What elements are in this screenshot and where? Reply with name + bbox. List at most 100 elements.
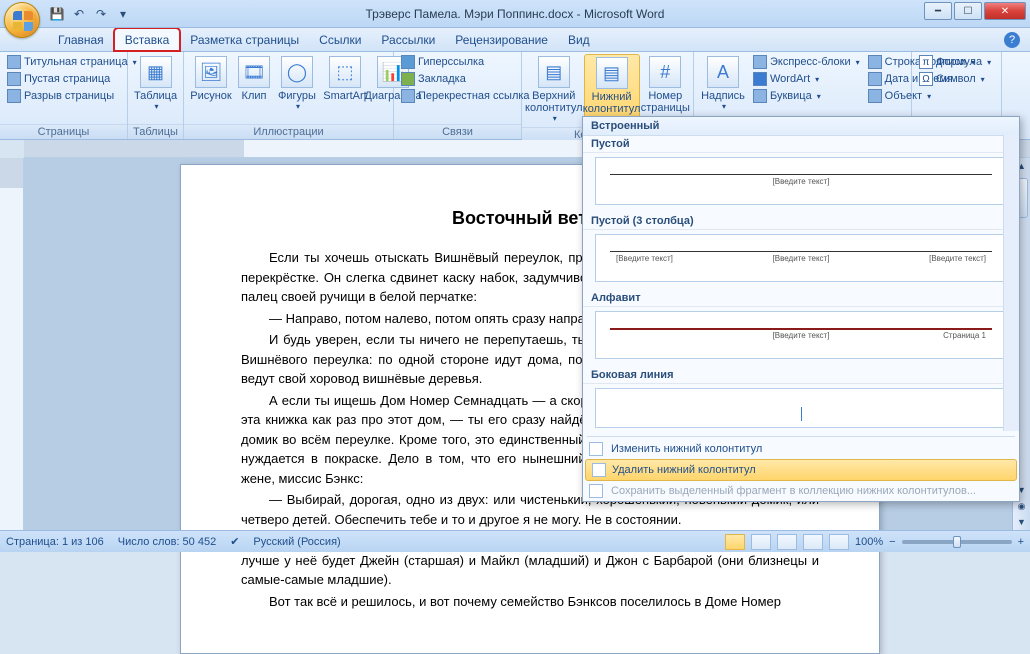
zoom-slider[interactable] <box>902 540 1012 544</box>
header-label: Верхний колонтитул <box>525 90 583 114</box>
blank-page-label: Пустая страница <box>24 73 110 85</box>
clip-label: Клип <box>242 90 267 102</box>
edit-footer-menuitem[interactable]: Изменить нижний колонтитул <box>583 439 1019 459</box>
shapes-button[interactable]: ◯Фигуры▾ <box>274 54 320 113</box>
page-number-label: Номер страницы <box>641 90 690 114</box>
view-outline-button[interactable] <box>803 534 823 550</box>
hyperlink-button[interactable]: Гиперссылка <box>398 54 533 70</box>
group-illustrations-label: Иллюстрации <box>184 124 393 139</box>
tab-view[interactable]: Вид <box>558 29 600 51</box>
next-page-icon[interactable]: ▼ <box>1013 514 1030 530</box>
gallery-preview-blank[interactable]: [Введите текст] <box>595 157 1007 205</box>
placeholder-text: [Введите текст] <box>929 254 986 263</box>
picture-label: Рисунок <box>190 90 232 102</box>
view-web-button[interactable] <box>777 534 797 550</box>
datetime-icon <box>868 72 882 86</box>
zoom-level[interactable]: 100% <box>855 536 883 548</box>
redo-icon[interactable]: ↷ <box>92 5 110 23</box>
zoom-knob[interactable] <box>953 536 961 548</box>
smartart-icon: ⬚ <box>329 56 361 88</box>
remove-footer-menuitem[interactable]: Удалить нижний колонтитул <box>585 459 1017 481</box>
status-proofing-icon[interactable]: ✔ <box>230 535 239 548</box>
view-fullscreen-button[interactable] <box>751 534 771 550</box>
blank-page-button[interactable]: Пустая страница <box>4 71 140 87</box>
wordart-button[interactable]: WordArt▾ <box>750 71 863 87</box>
save-selection-icon <box>589 484 603 498</box>
tab-review[interactable]: Рецензирование <box>445 29 558 51</box>
object-icon <box>868 89 882 103</box>
gallery-sideline-label: Боковая линия <box>583 367 1019 384</box>
page-break-button[interactable]: Разрыв страницы <box>4 88 140 104</box>
save-selection-label: Сохранить выделенный фрагмент в коллекци… <box>611 485 976 497</box>
quickparts-button[interactable]: Экспресс-блоки▾ <box>750 54 863 70</box>
tab-mailings[interactable]: Рассылки <box>371 29 445 51</box>
close-button[interactable]: ✕ <box>984 2 1026 20</box>
tab-page-layout[interactable]: Разметка страницы <box>180 29 309 51</box>
save-icon[interactable]: 💾 <box>48 5 66 23</box>
bookmark-button[interactable]: Закладка <box>398 71 533 87</box>
gallery-builtin-header: Встроенный <box>583 117 1019 136</box>
placeholder-text: [Введите текст] <box>773 177 830 186</box>
smartart-button[interactable]: ⬚SmartArt <box>322 54 368 104</box>
status-language[interactable]: Русский (Россия) <box>253 536 340 548</box>
cover-page-button[interactable]: Титульная страница▾ <box>4 54 140 70</box>
equation-button[interactable]: πФормула▾ <box>916 54 994 70</box>
edit-footer-label: Изменить нижний колонтитул <box>611 443 762 455</box>
clip-icon: 🎞 <box>238 56 270 88</box>
status-word-count[interactable]: Число слов: 50 452 <box>118 536 216 548</box>
wordart-icon <box>753 72 767 86</box>
footer-label: Нижний колонтитул <box>583 91 641 115</box>
textbox-button[interactable]: AНадпись▾ <box>698 54 748 113</box>
dropcap-button[interactable]: Буквица▾ <box>750 88 863 104</box>
group-tables-label: Таблицы <box>128 124 183 139</box>
page-label-text: Страница 1 <box>943 331 986 340</box>
crossref-label: Перекрестная ссылка <box>418 90 530 102</box>
picture-button[interactable]: 🖼Рисунок <box>188 54 234 104</box>
view-draft-button[interactable] <box>829 534 849 550</box>
table-label: Таблица <box>134 90 177 102</box>
zoom-out-button[interactable]: − <box>889 536 895 548</box>
bookmark-icon <box>401 72 415 86</box>
tab-references[interactable]: Ссылки <box>309 29 371 51</box>
dropcap-icon <box>753 89 767 103</box>
page-number-icon: # <box>649 56 681 88</box>
vertical-ruler[interactable] <box>0 158 24 530</box>
symbol-label: Символ <box>936 73 976 85</box>
gallery-alphabet-label: Алфавит <box>583 290 1019 307</box>
page-number-button[interactable]: #Номер страницы▾ <box>642 54 689 125</box>
page-break-icon <box>7 89 21 103</box>
bookmark-label: Закладка <box>418 73 466 85</box>
qat-customize-icon[interactable]: ▾ <box>114 5 132 23</box>
tab-home[interactable]: Главная <box>48 29 114 51</box>
maximize-button[interactable]: ☐ <box>954 2 982 20</box>
crossref-button[interactable]: Перекрестная ссылка <box>398 88 533 104</box>
tab-insert[interactable]: Вставка <box>114 28 181 51</box>
table-icon: ▦ <box>140 56 172 88</box>
office-button[interactable] <box>4 2 40 38</box>
group-pages-label: Страницы <box>0 124 127 139</box>
gallery-preview-blank3[interactable]: [Введите текст] [Введите текст] [Введите… <box>595 234 1007 282</box>
view-print-layout-button[interactable] <box>725 534 745 550</box>
textbox-icon: A <box>707 56 739 88</box>
placeholder-text: [Введите текст] <box>616 254 673 263</box>
hyperlink-label: Гиперссылка <box>418 56 484 68</box>
signature-icon <box>868 55 882 69</box>
wordart-label: WordArt <box>770 73 810 85</box>
gallery-blank3-label: Пустой (3 столбца) <box>583 213 1019 230</box>
gallery-preview-sideline[interactable] <box>595 388 1007 428</box>
status-page[interactable]: Страница: 1 из 106 <box>6 536 104 548</box>
equation-label: Формула <box>936 56 982 68</box>
undo-icon[interactable]: ↶ <box>70 5 88 23</box>
gallery-preview-alphabet[interactable]: [Введите текст] Страница 1 <box>595 311 1007 359</box>
header-button[interactable]: ▤Верхний колонтитул▾ <box>526 54 582 125</box>
zoom-in-button[interactable]: + <box>1018 536 1024 548</box>
symbol-button[interactable]: ΩСимвол▾ <box>916 71 994 87</box>
minimize-button[interactable]: ━ <box>924 2 952 20</box>
shapes-label: Фигуры <box>278 90 316 102</box>
clip-button[interactable]: 🎞 Клип <box>236 54 272 104</box>
help-icon[interactable]: ? <box>1004 32 1020 48</box>
table-button[interactable]: ▦Таблица▾ <box>132 54 179 113</box>
hyperlink-icon <box>401 55 415 69</box>
blank-page-icon <box>7 72 21 86</box>
gallery-scrollbar[interactable] <box>1003 135 1019 431</box>
